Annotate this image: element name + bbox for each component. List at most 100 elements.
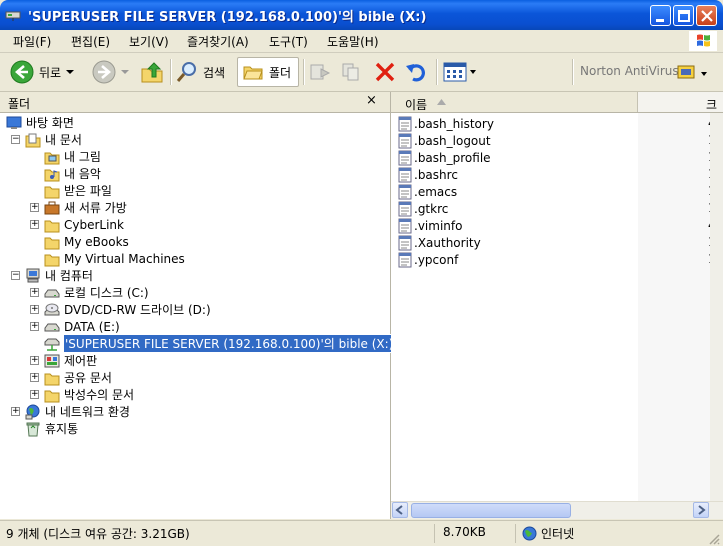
name-column-header[interactable]: 이름 (391, 92, 638, 112)
dropdown-arrow-icon[interactable] (700, 70, 708, 78)
file-row[interactable]: .bash_profile (397, 149, 491, 166)
delete-icon (375, 62, 395, 82)
size-column-header[interactable]: 크 (638, 92, 723, 112)
tree-node[interactable]: 공유 문서 (44, 369, 112, 386)
hard-drive-icon (44, 323, 60, 331)
tree-node[interactable]: 새 서류 가방 (44, 199, 127, 216)
file-row[interactable]: .Xauthority (397, 234, 481, 251)
search-button[interactable]: 검색 (176, 57, 225, 87)
tree-node[interactable]: 'SUPERUSER FILE SERVER (192.168.0.100)'의… (44, 334, 396, 353)
maximize-button[interactable] (673, 5, 694, 26)
expand-toggle[interactable]: + (30, 203, 39, 212)
control-panel-icon (44, 354, 60, 367)
tree-node[interactable]: DVD/CD-RW 드라이브 (D:) (44, 301, 211, 318)
horizontal-scrollbar[interactable] (391, 501, 723, 519)
tree-node[interactable]: My eBooks (44, 233, 129, 250)
menu-edit[interactable]: 편집(E) (71, 33, 110, 50)
tree-node[interactable]: DATA (E:) (44, 318, 120, 335)
expand-toggle[interactable]: + (30, 390, 39, 399)
dropdown-arrow-icon[interactable] (469, 68, 477, 76)
close-button[interactable] (696, 5, 717, 26)
delete-button[interactable] (373, 57, 397, 87)
views-button[interactable] (443, 57, 477, 87)
tree-node-label: 받은 파일 (64, 184, 112, 198)
tree-node[interactable]: 휴지통 (25, 420, 78, 437)
back-button[interactable]: 뒤로 (10, 57, 75, 87)
tree-node-label: 새 서류 가방 (64, 201, 127, 215)
scroll-right-icon (698, 505, 706, 515)
status-object-count: 9 개체 (디스크 여유 공간: 3.21GB) (6, 527, 190, 541)
file-row[interactable]: .viminfo (397, 217, 462, 234)
expand-toggle[interactable]: + (30, 288, 39, 297)
tree-node-label: 내 음악 (64, 167, 101, 181)
menu-help[interactable]: 도움말(H) (327, 33, 379, 50)
file-name: .bashrc (414, 167, 458, 182)
collapse-toggle[interactable]: − (11, 135, 20, 144)
tree-node-label: My Virtual Machines (64, 251, 185, 266)
expand-toggle[interactable]: + (30, 220, 39, 229)
tree-node[interactable]: 내 문서 (25, 131, 82, 148)
tree-node[interactable]: 로컬 디스크 (C:) (44, 284, 149, 301)
cd-drive-icon (44, 303, 60, 315)
pictures-folder-icon (44, 152, 60, 164)
dropdown-arrow-icon[interactable] (120, 67, 130, 77)
file-row[interactable]: .gtkrc (397, 200, 448, 217)
scroll-right-button[interactable] (693, 502, 709, 518)
network-drive-icon (5, 11, 21, 21)
folders-button[interactable]: 폴더 (237, 57, 299, 87)
file-row[interactable]: .bash_history (397, 115, 494, 132)
copy-to-icon (342, 63, 359, 81)
up-folder-icon (141, 62, 163, 83)
close-icon (701, 10, 713, 22)
menu-view[interactable]: 보기(V) (129, 33, 169, 50)
close-pane-icon[interactable]: × (366, 93, 377, 108)
tree-node[interactable]: 받은 파일 (44, 182, 112, 199)
tree-node[interactable]: CyberLink (44, 216, 124, 233)
file-name: .gtkrc (414, 201, 449, 216)
file-row[interactable]: .bashrc (397, 166, 458, 183)
up-folder-button[interactable] (140, 57, 164, 87)
tree-node[interactable]: My Virtual Machines (44, 250, 185, 267)
file-row[interactable]: .emacs (397, 183, 457, 200)
copy-to-button[interactable] (341, 57, 363, 87)
menu-tools[interactable]: 도구(T) (269, 33, 308, 50)
move-to-button[interactable] (309, 57, 331, 87)
file-row[interactable]: .ypconf (397, 251, 458, 268)
norton-antivirus-label[interactable]: Norton AntiVirus (580, 64, 679, 78)
tree-node[interactable]: 제어판 (44, 352, 97, 369)
expand-toggle[interactable]: + (11, 407, 20, 416)
tree-node[interactable]: 내 그림 (44, 148, 101, 165)
forward-button[interactable] (92, 57, 130, 87)
tree-node[interactable]: 바탕 화면 (6, 114, 74, 131)
expand-toggle[interactable]: + (30, 356, 39, 365)
horizontal-scroll-thumb[interactable] (411, 503, 571, 518)
collapse-toggle[interactable]: − (11, 271, 20, 280)
window-title: 'SUPERUSER FILE SERVER (192.168.0.100)'의… (28, 10, 427, 25)
maximize-icon (678, 10, 690, 22)
tree-node[interactable]: 내 음악 (44, 165, 101, 182)
title-bar[interactable]: 'SUPERUSER FILE SERVER (192.168.0.100)'의… (0, 0, 723, 30)
expand-toggle[interactable]: + (30, 322, 39, 331)
minimize-button[interactable] (650, 5, 671, 26)
folder-icon (44, 254, 60, 266)
resize-grip-icon[interactable] (708, 533, 720, 545)
folder-icon (44, 373, 60, 385)
back-arrow-icon (10, 60, 34, 84)
menu-file[interactable]: 파일(F) (13, 33, 51, 50)
dropdown-arrow-icon[interactable] (65, 67, 75, 77)
scroll-left-button[interactable] (392, 502, 408, 518)
tree-node[interactable]: 내 네트워크 환경 (25, 403, 130, 420)
tree-node[interactable]: 내 컴퓨터 (25, 267, 93, 284)
windows-logo-icon (689, 31, 717, 51)
expand-toggle[interactable]: + (30, 373, 39, 382)
expand-toggle[interactable]: + (30, 305, 39, 314)
tree-node[interactable]: 박성수의 문서 (44, 386, 134, 403)
undo-button[interactable] (405, 57, 429, 87)
norton-icon[interactable] (677, 64, 695, 80)
tree-node-label: 내 컴퓨터 (45, 269, 93, 283)
vertical-scrollbar[interactable] (710, 113, 723, 501)
menu-favorites[interactable]: 즐겨찾기(A) (187, 33, 249, 50)
tree-node-label: CyberLink (64, 217, 124, 232)
file-row[interactable]: .bash_logout (397, 132, 491, 149)
size-column-label: 크 (706, 98, 718, 112)
